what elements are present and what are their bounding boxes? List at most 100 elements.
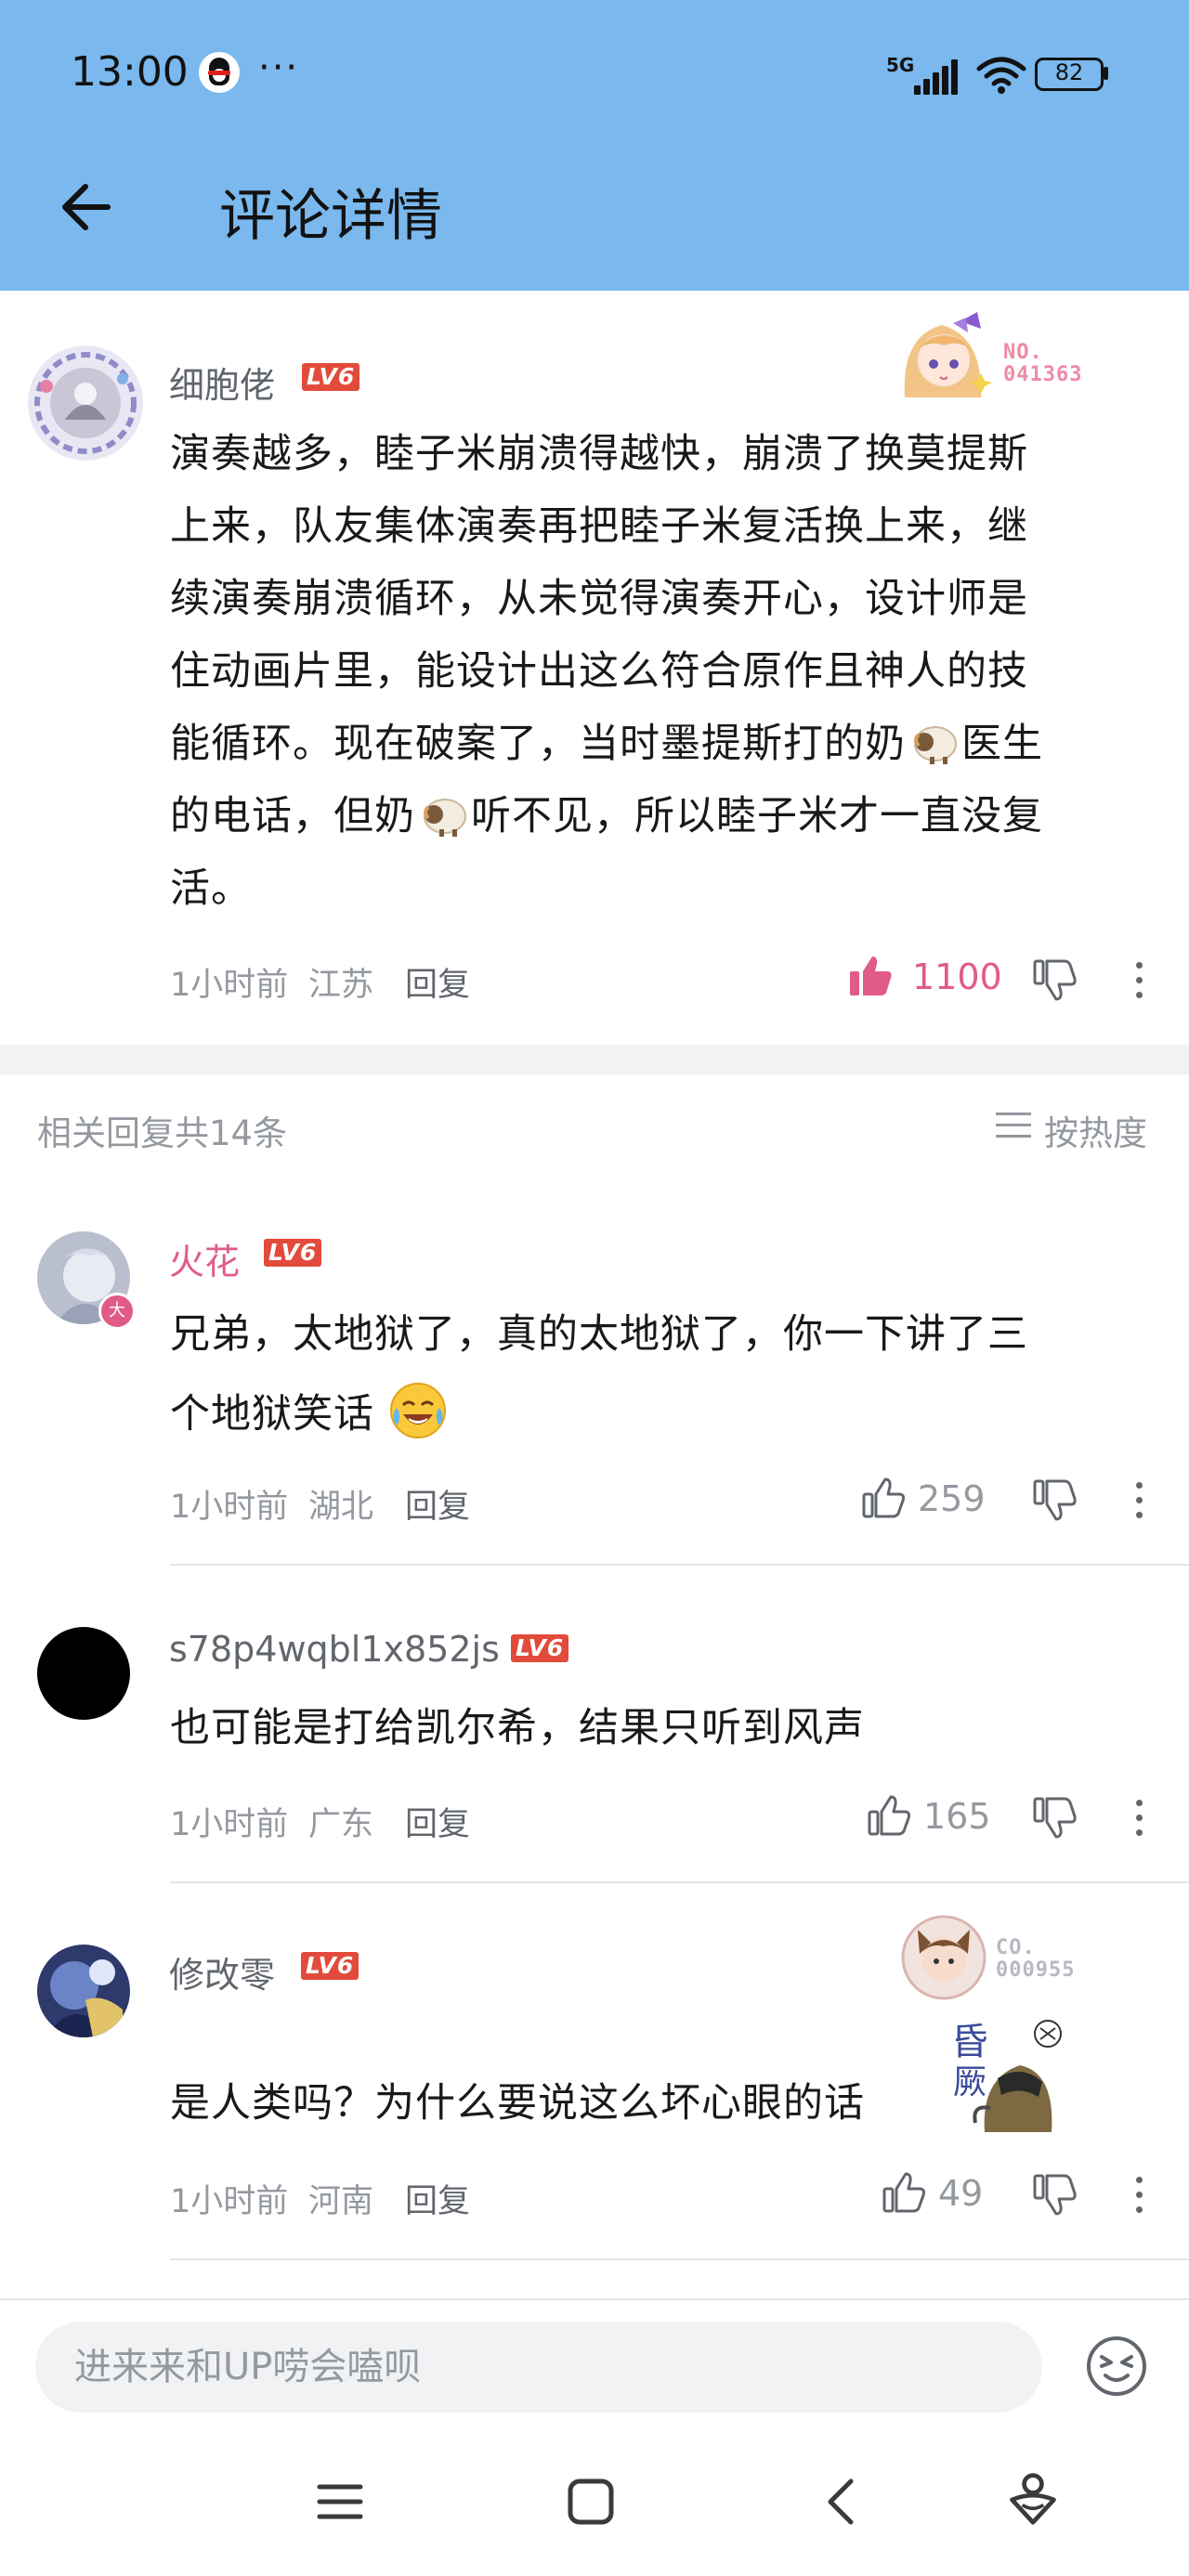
more-options-button[interactable] <box>1133 1480 1143 1521</box>
level-badge: LV6 <box>301 1952 359 1980</box>
divider <box>170 2258 1189 2260</box>
like-button[interactable]: 1100 <box>847 953 1002 999</box>
comment-line: 续演奏崩溃循环，从未觉得演奏开心，设计师是 <box>170 576 1028 622</box>
dislike-button[interactable] <box>1031 2171 1078 2218</box>
sheep-emoji-icon <box>914 726 957 764</box>
level-badge: LV6 <box>264 1239 322 1267</box>
reply-time: 1小时前 <box>170 1489 289 1526</box>
reply-line: 个地狱笑话 <box>170 1374 1155 1454</box>
comment-line: 住动画片里，能设计出这么符合原作且神人的技 <box>170 648 1028 695</box>
level-badge: LV6 <box>302 363 360 391</box>
reply-text: 兄弟，太地狱了，真的太地狱了，你一下讲了三 个地狱笑话 <box>170 1295 1155 1454</box>
reply-location: 湖北 <box>308 1489 374 1526</box>
comment-text: 演奏越多，睦子米崩溃得越快，崩溃了换莫提斯 上来，队友集体演奏再把睦子米复活换上… <box>170 418 1155 925</box>
comment-segment: 能循环。现在破案了，当时墨提斯打的奶 <box>170 721 906 767</box>
reply-username[interactable]: s78p4wqbl1x852js <box>169 1629 500 1670</box>
avatar[interactable] <box>37 1945 130 2037</box>
page-title: 评论详情 <box>219 184 442 249</box>
back-button[interactable] <box>56 176 117 238</box>
like-button[interactable]: 165 <box>866 1792 996 1839</box>
reply-count: 相关回复共14条 <box>37 1113 288 1153</box>
more-options-button[interactable] <box>1133 960 1143 1001</box>
arknights-badge-icon <box>901 1915 986 2000</box>
svg-text:昏: 昏 <box>951 2022 988 2062</box>
menu-icon <box>317 2484 363 2519</box>
arrow-left-icon <box>62 184 111 230</box>
reply-line: 兄弟，太地狱了，真的太地狱了，你一下讲了三 <box>170 1311 1028 1358</box>
dislike-button[interactable] <box>1031 1477 1078 1523</box>
square-home-icon <box>568 2478 614 2525</box>
reply-username[interactable]: 火花 <box>169 1233 240 1284</box>
emoji-button[interactable] <box>1085 2335 1148 2398</box>
avatar[interactable] <box>28 345 143 461</box>
avatar[interactable]: 大 <box>37 1231 136 1330</box>
section-separator <box>0 1045 1189 1074</box>
badge-no-label: CO. <box>996 1936 1036 1959</box>
comment-line: 能循环。现在破案了，当时墨提斯打的奶 医生 <box>170 708 1155 780</box>
battery-icon: 82 <box>1035 58 1108 91</box>
level-badge: LV6 <box>511 1634 569 1662</box>
nav-home-button[interactable] <box>563 2474 619 2530</box>
sort-label: 按热度 <box>1044 1113 1147 1153</box>
badge-number: 041363 <box>1003 363 1083 386</box>
reply-time: 1小时前 <box>170 1806 289 1843</box>
nav-menu-button[interactable] <box>312 2474 368 2530</box>
nav-assistant-button[interactable] <box>1005 2470 1061 2526</box>
sheep-emoji-icon <box>424 799 466 837</box>
like-button[interactable]: 49 <box>881 2169 992 2216</box>
reply-button[interactable]: 回复 <box>405 1480 470 1528</box>
comment-line: 的电话，但奶 听不见，所以睦子米才一直没复 <box>170 780 1155 852</box>
fan-badge: CO. 000955 <box>899 1913 1113 2002</box>
comment-segment: 听不见，所以睦子米才一直没复 <box>471 793 1043 839</box>
more-options-button[interactable] <box>1133 2175 1143 2216</box>
badge-number: 000955 <box>996 1958 1076 1982</box>
divider <box>170 1881 1189 1883</box>
divider <box>170 1564 1189 1566</box>
comment-input[interactable] <box>35 2322 1042 2413</box>
thumbs-up-icon <box>862 1477 906 1518</box>
comment-segment: 的电话，但奶 <box>170 793 415 839</box>
chevron-left-icon <box>828 2478 854 2525</box>
fan-badge: NO. 041363 <box>892 308 1105 401</box>
reply-location: 广东 <box>308 1806 374 1843</box>
sort-lines-icon <box>996 1111 1031 1138</box>
comment-line: 上来，队友集体演奏再把睦子米复活换上来，继 <box>170 503 1028 550</box>
reply-button[interactable]: 回复 <box>405 1798 470 1845</box>
more-notifications-icon: ··· <box>258 46 300 89</box>
more-options-button[interactable] <box>1133 1798 1143 1839</box>
thumbs-up-icon <box>850 956 892 995</box>
comment-line: 活。 <box>170 865 252 912</box>
wifi-icon <box>976 57 1026 94</box>
app-header: 13:00 ··· 5G 82 评论详情 <box>0 0 1189 291</box>
reply-time: 1小时前 <box>170 2183 289 2220</box>
comment-username[interactable]: 细胞佬 <box>169 357 275 408</box>
avatar[interactable] <box>37 1627 130 1720</box>
thumbs-up-icon <box>868 1795 911 1836</box>
dislike-button[interactable] <box>1031 956 1078 1003</box>
reply-button[interactable]: 回复 <box>405 2175 470 2222</box>
thumbs-down-icon <box>1033 959 1077 1001</box>
anime-girl-sticker-icon <box>904 312 992 397</box>
reply-line: 也可能是打给凯尔希，结果只听到风声 <box>170 1705 865 1751</box>
nav-back-button[interactable] <box>816 2474 871 2530</box>
battery-level: 82 <box>1054 59 1084 85</box>
like-button[interactable]: 259 <box>860 1475 990 1521</box>
like-count: 49 <box>938 2173 984 2214</box>
assistant-icon <box>1010 2473 1056 2525</box>
reply-username[interactable]: 修改零 <box>169 1946 275 1997</box>
reply-location: 河南 <box>308 2183 374 2220</box>
reply-text: 也可能是打给凯尔希，结果只听到风声 <box>170 1688 1155 1768</box>
avatar-badge: 大 <box>98 1293 136 1330</box>
cellular-signal-icon: 5G <box>886 54 960 95</box>
badge-no-label: NO. <box>1003 341 1043 364</box>
reply-segment: 个地狱笑话 <box>170 1391 374 1438</box>
reply-text: 是人类吗？为什么要说这么坏心眼的话 <box>170 2063 969 2143</box>
status-time: 13:00 <box>71 48 189 96</box>
like-count: 1100 <box>912 956 1002 997</box>
dislike-button[interactable] <box>1031 1794 1078 1841</box>
laughing-crying-emoji-icon <box>389 1383 446 1438</box>
reply-line: 是人类吗？为什么要说这么坏心眼的话 <box>170 2080 865 2127</box>
network-type: 5G <box>886 54 915 76</box>
reply-button[interactable]: 回复 <box>405 958 470 1006</box>
comment-segment: 医生 <box>961 721 1043 767</box>
